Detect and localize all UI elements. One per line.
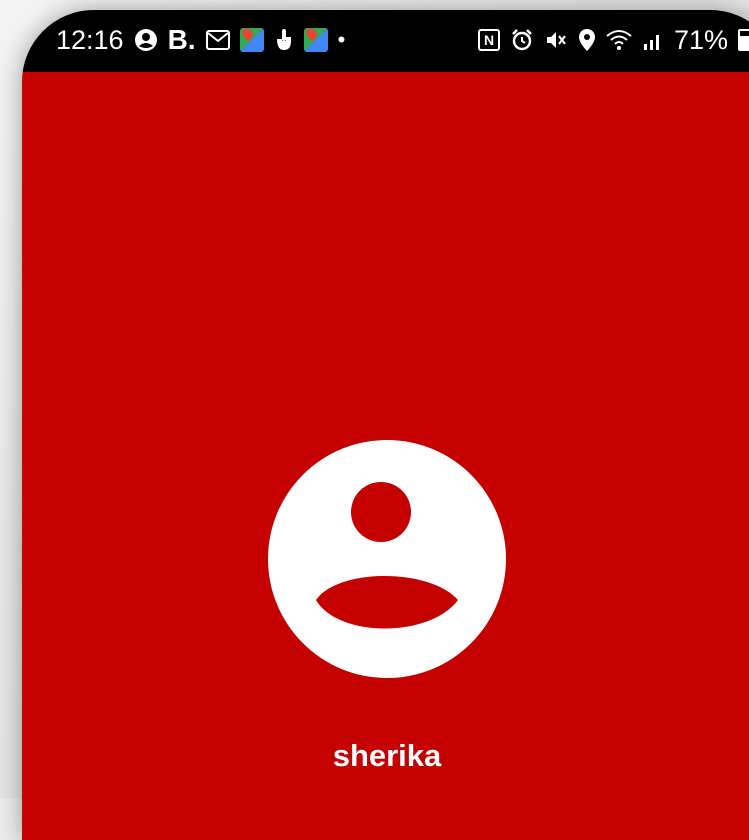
phone-screen: 12:16 B. • N 71% sherika xyxy=(22,10,749,840)
status-time: 12:16 xyxy=(56,24,124,55)
status-bar: 12:16 B. • N 71% xyxy=(22,10,749,72)
location-icon xyxy=(578,28,596,52)
alarm-icon xyxy=(510,28,534,52)
nfc-icon: N xyxy=(478,29,500,51)
tap-icon xyxy=(274,28,294,52)
status-right: N 71% xyxy=(478,18,749,62)
maps-icon xyxy=(303,28,328,52)
maps-icon xyxy=(239,28,264,52)
battery-icon xyxy=(738,29,749,51)
wifi-icon xyxy=(606,29,632,51)
notification-dot-icon: • xyxy=(337,27,346,52)
mute-icon xyxy=(544,28,568,52)
signal-icon xyxy=(642,29,664,51)
account-circle-icon xyxy=(134,28,158,52)
status-left: 12:16 B. • xyxy=(56,18,345,62)
booking-icon: B. xyxy=(167,24,196,55)
profile-name: sherika xyxy=(332,738,442,773)
gmail-icon xyxy=(205,30,230,50)
battery-percent: 71% xyxy=(674,24,729,55)
profile-avatar-icon[interactable] xyxy=(268,440,506,678)
